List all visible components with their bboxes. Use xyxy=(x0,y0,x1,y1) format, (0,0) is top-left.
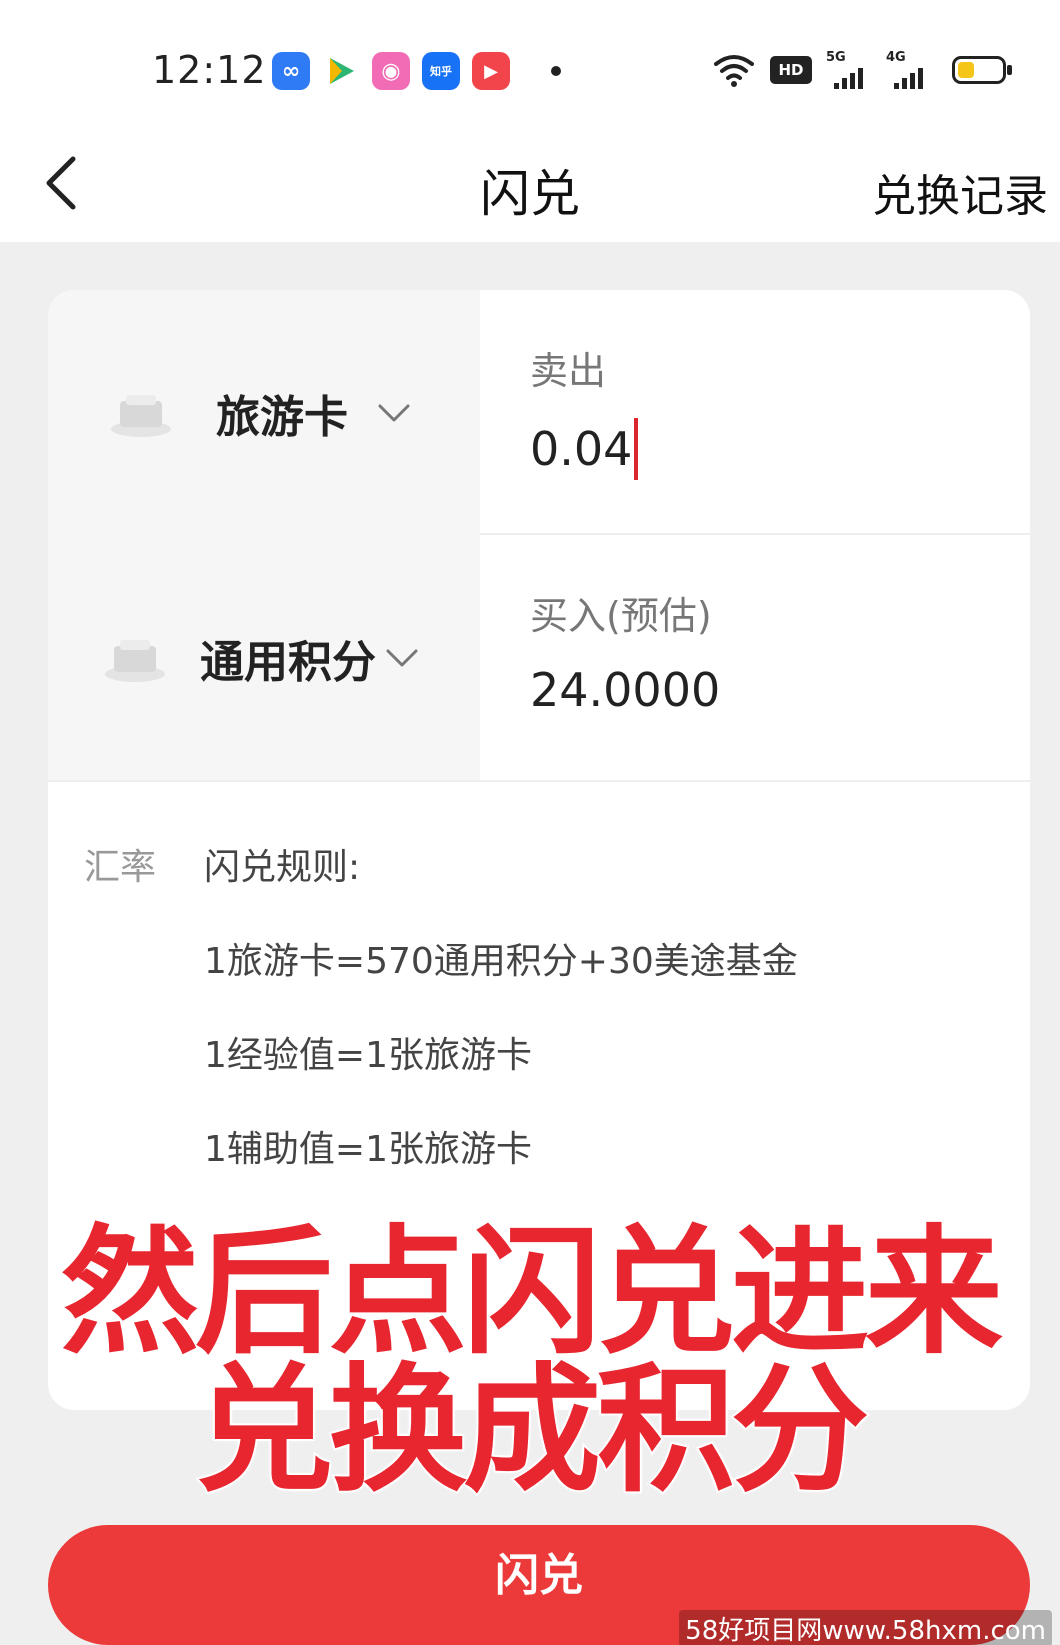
buy-amount-value: 24.0000 xyxy=(530,663,721,717)
signal-4g-icon: 4G xyxy=(886,50,926,89)
sell-label: 卖出 xyxy=(530,349,607,393)
red-play-app-icon: ▶ xyxy=(472,52,510,90)
signal-5g-icon: 5G xyxy=(826,50,866,89)
flash-exchange-page: 12:12 ∞ ◉ 知乎 ▶ HD 5G 4G 闪兑 兑换记录 旅游卡 卖出 0… xyxy=(0,0,1060,1645)
sell-amount-value: 0.04 xyxy=(530,422,633,476)
pink-app-icon: ◉ xyxy=(372,52,410,90)
buy-asset-name: 通用积分 xyxy=(200,636,376,688)
watermark: 58好项目网www.58hxm.com xyxy=(679,1610,1052,1645)
battery-icon xyxy=(952,56,1012,84)
status-bar: 12:12 ∞ ◉ 知乎 ▶ HD 5G 4G xyxy=(0,0,1060,130)
sell-asset-name: 旅游卡 xyxy=(216,391,348,443)
video-play-app-icon xyxy=(322,52,360,90)
rule-item: 1旅游卡=570通用积分+30美途基金 xyxy=(204,941,798,982)
nav-bar: 闪兑 兑换记录 xyxy=(0,130,1060,242)
points-icon xyxy=(105,639,165,682)
buy-row: 通用积分 买入(预估) 24.0000 xyxy=(48,535,1030,780)
sell-row: 旅游卡 卖出 0.04 xyxy=(48,290,1030,535)
status-time: 12:12 xyxy=(152,48,267,92)
rules-title: 闪兑规则: xyxy=(204,847,361,888)
rule-item: 1辅助值=1张旅游卡 xyxy=(204,1129,532,1170)
sell-amount-field[interactable]: 卖出 0.04 xyxy=(480,290,1030,535)
notification-dot-icon xyxy=(551,66,561,76)
infinity-app-icon: ∞ xyxy=(272,52,310,90)
text-caret xyxy=(634,418,639,480)
rule-item: 1经验值=1张旅游卡 xyxy=(204,1035,532,1076)
hd-voice-icon: HD xyxy=(770,56,812,84)
zhihu-app-icon: 知乎 xyxy=(422,52,460,90)
travel-card-icon xyxy=(111,394,171,437)
exchange-history-link[interactable]: 兑换记录 xyxy=(872,160,1048,224)
chevron-down-icon xyxy=(386,649,418,666)
sell-amount-input[interactable]: 0.04 xyxy=(530,418,639,480)
wifi-icon xyxy=(712,50,756,90)
overlay-caption-line-2: 兑换成积分 xyxy=(193,1348,871,1513)
exchange-rate-label: 汇率 xyxy=(84,847,157,888)
sell-asset-selector[interactable]: 旅游卡 xyxy=(48,290,480,535)
buy-label: 买入(预估) xyxy=(530,594,712,638)
flash-exchange-button-label: 闪兑 xyxy=(495,1550,583,1601)
divider xyxy=(48,780,1030,782)
buy-amount-field: 买入(预估) 24.0000 xyxy=(480,535,1030,780)
buy-asset-selector[interactable]: 通用积分 xyxy=(48,535,480,780)
chevron-down-icon xyxy=(378,404,410,421)
